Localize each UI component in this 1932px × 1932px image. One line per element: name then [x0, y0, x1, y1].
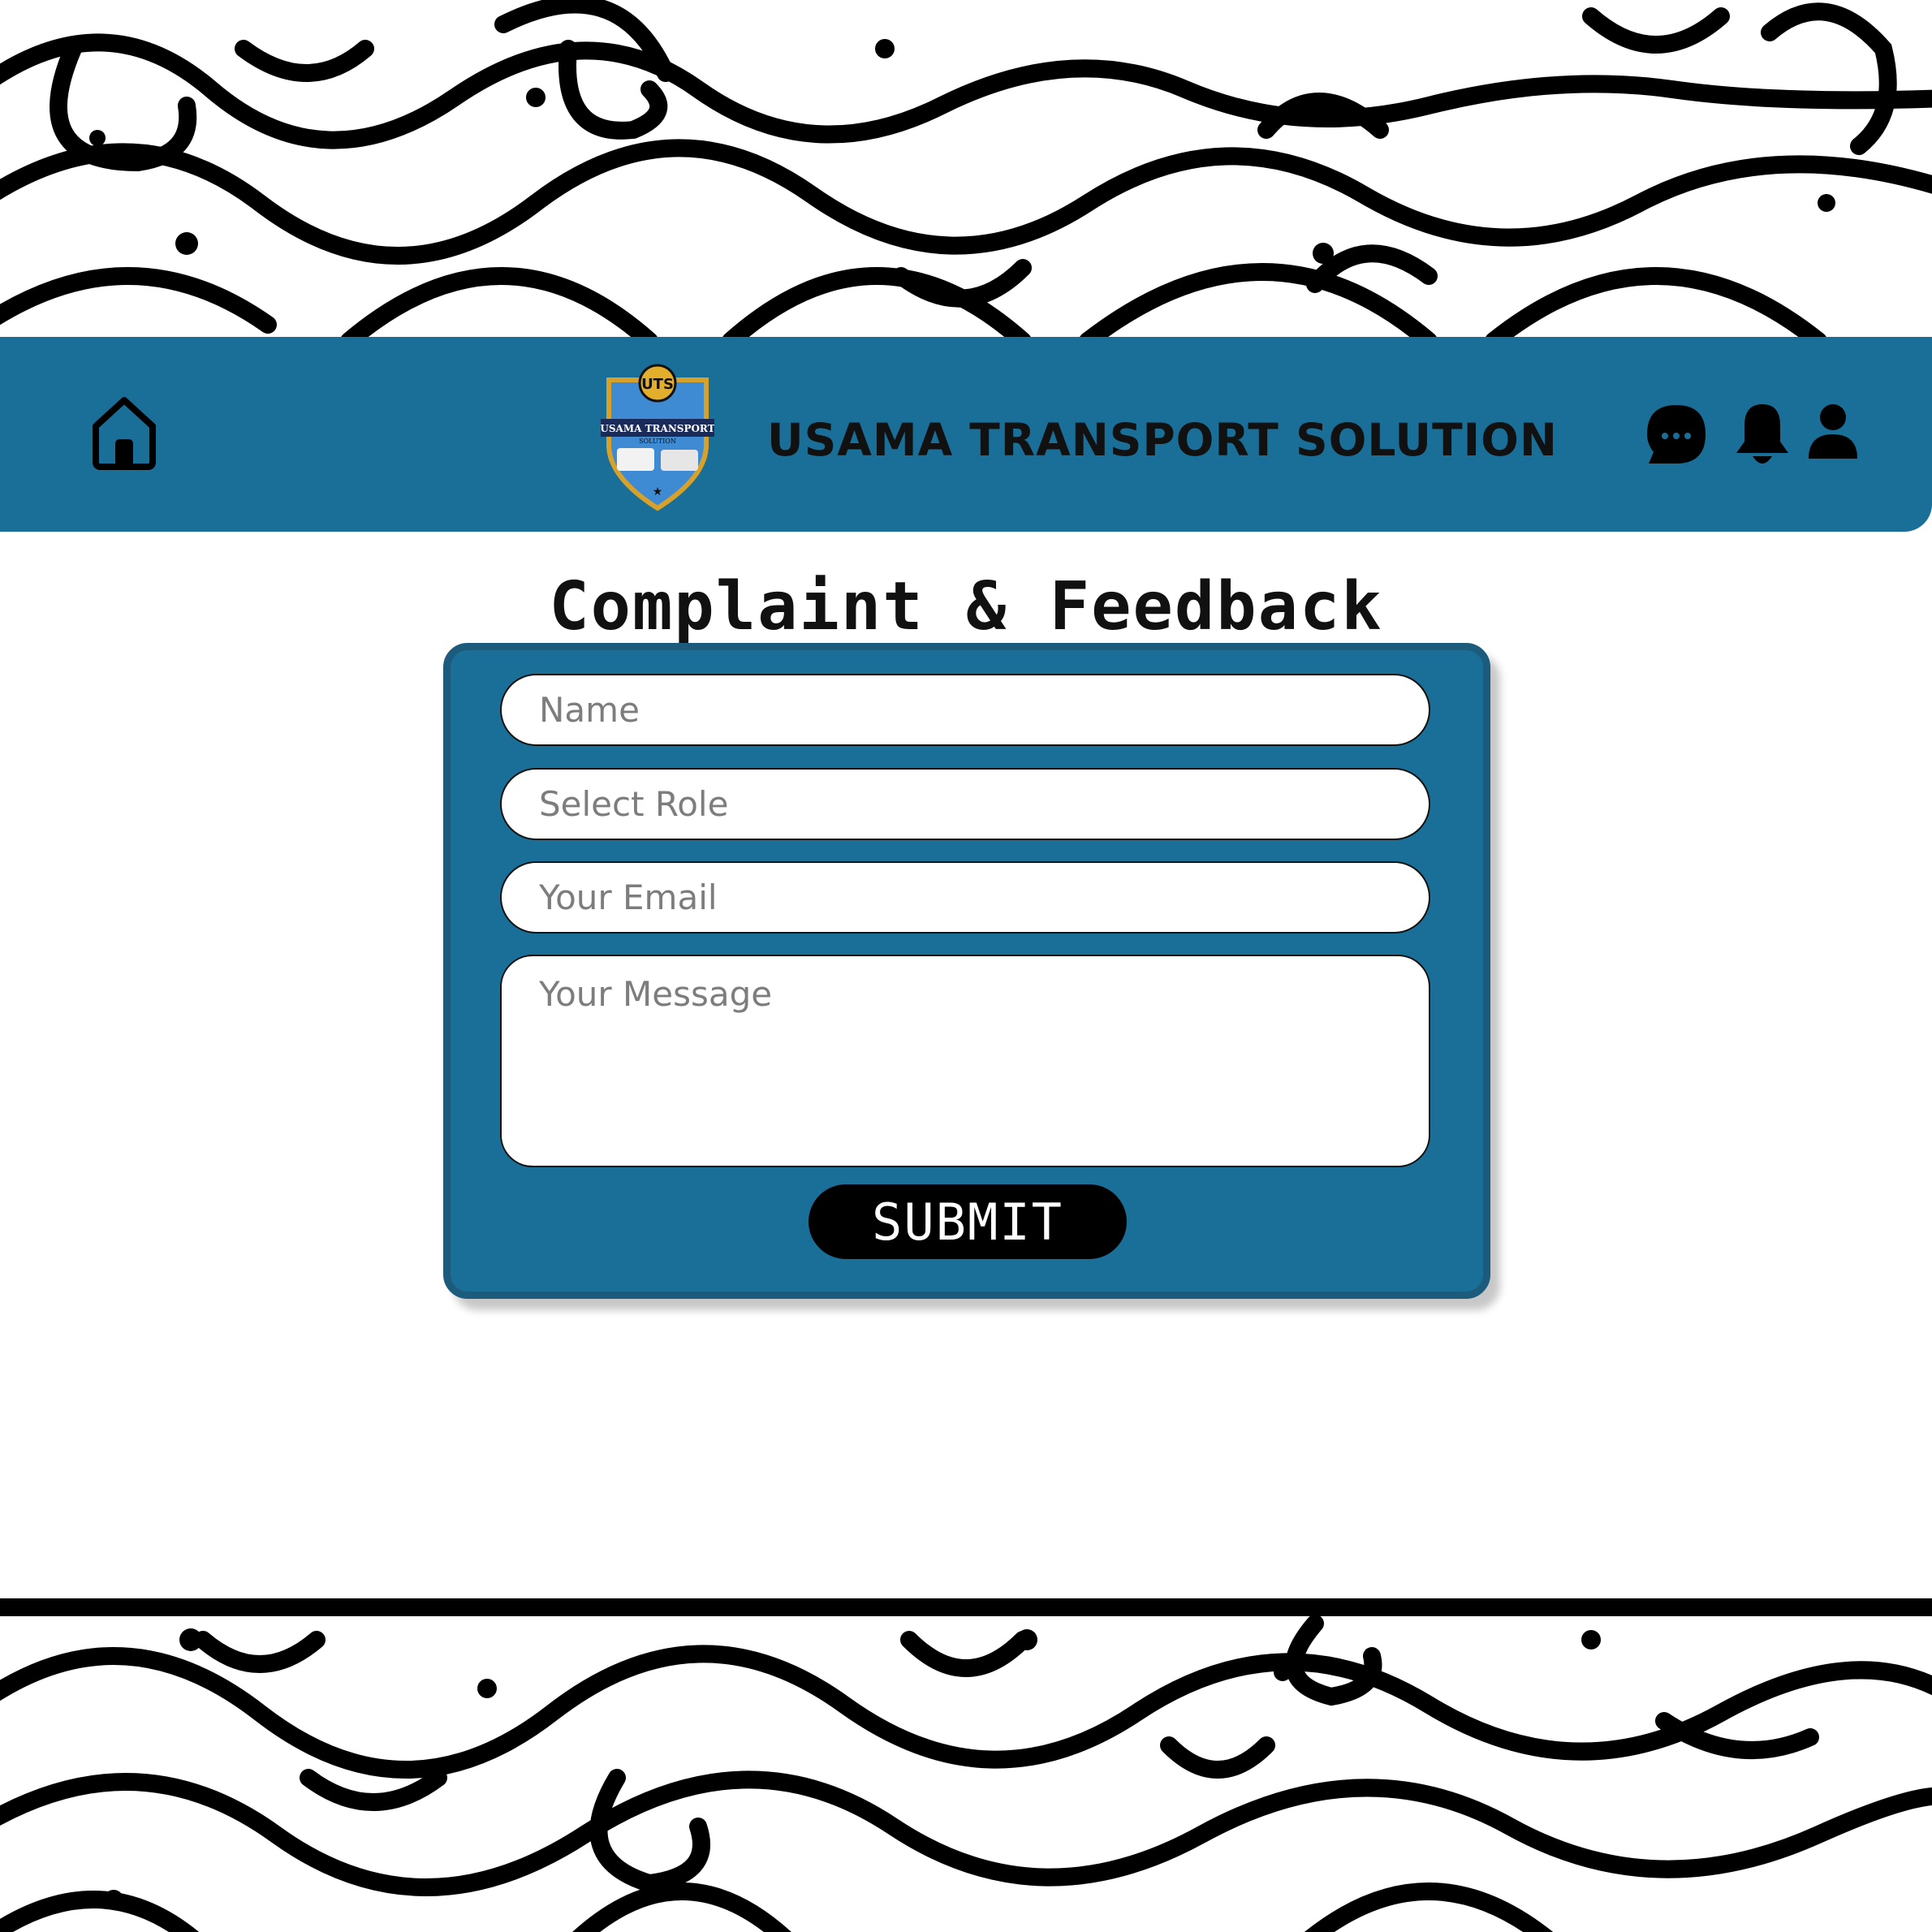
message-textarea[interactable] — [500, 955, 1430, 1167]
bell-icon[interactable] — [1733, 399, 1792, 468]
role-select[interactable] — [500, 768, 1430, 840]
logo-monogram: UTS — [641, 376, 674, 393]
user-icon[interactable] — [1806, 402, 1860, 460]
logo-name: USAMA TRANSPORT — [601, 423, 714, 434]
brand-title: USAMA TRANSPORT SOLUTION — [767, 414, 1558, 466]
svg-text:★: ★ — [653, 485, 663, 498]
email-input[interactable] — [500, 861, 1430, 934]
page-title: Complaint & Feedback — [549, 568, 1383, 645]
decorative-swirl-bottom — [0, 1591, 1932, 1932]
home-icon[interactable] — [89, 394, 159, 472]
decorative-swirl-top — [0, 0, 1932, 337]
chat-icon[interactable] — [1644, 402, 1709, 467]
logo-sub: SOLUTION — [639, 438, 676, 445]
submit-button[interactable]: SUBMIT — [809, 1184, 1127, 1259]
name-input[interactable] — [500, 674, 1430, 746]
company-logo: UTS USAMA TRANSPORT SOLUTION ★ — [600, 364, 715, 511]
